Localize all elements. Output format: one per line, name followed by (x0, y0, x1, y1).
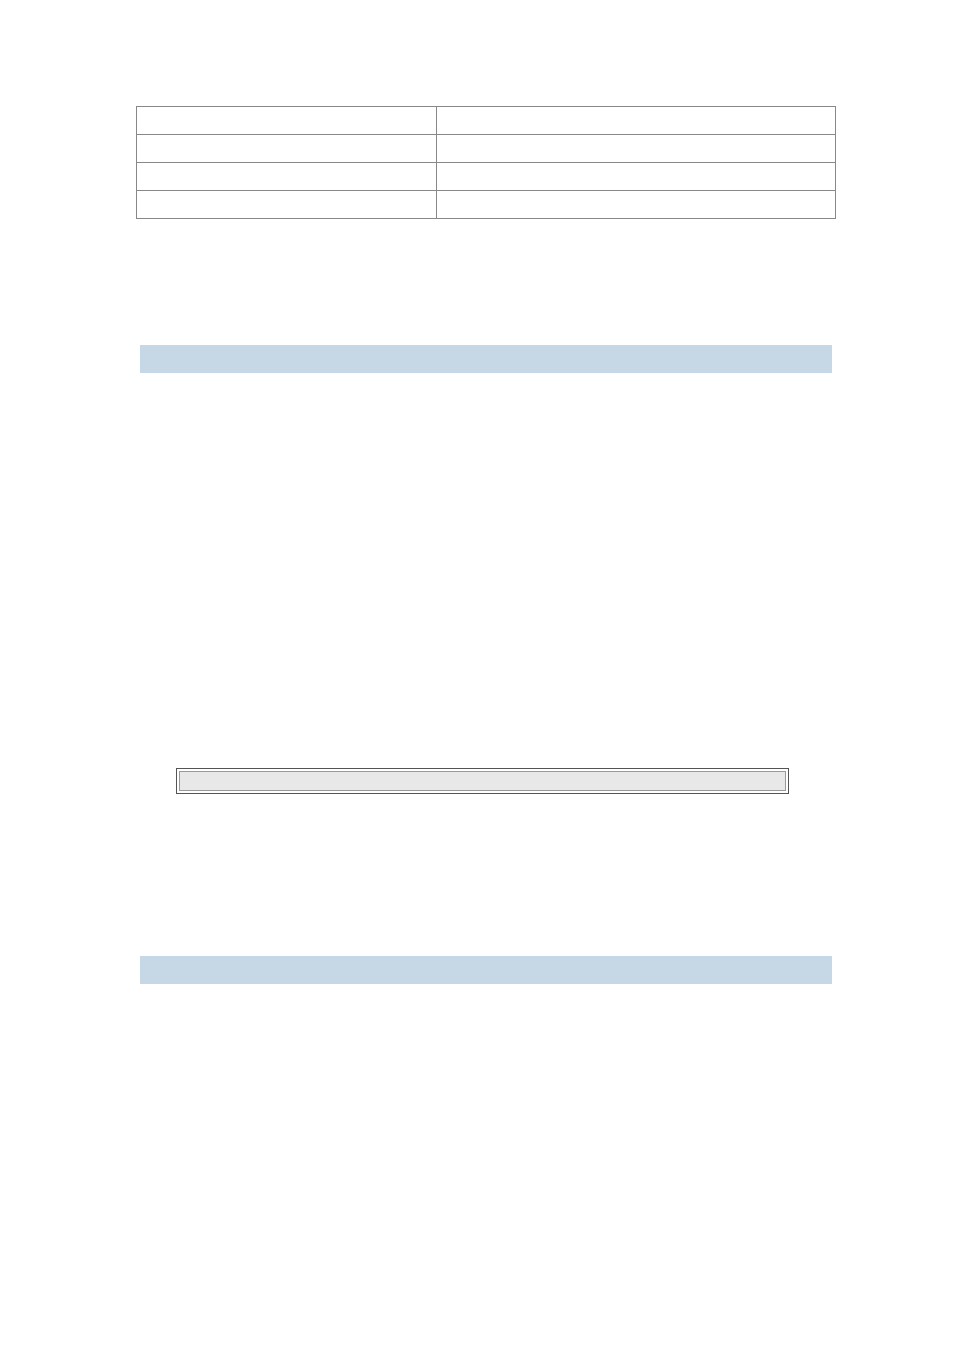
table-row (137, 191, 836, 219)
highlight-band (140, 345, 832, 373)
table-cell (437, 107, 836, 135)
table-row (137, 107, 836, 135)
table-cell (137, 107, 437, 135)
table-row (137, 163, 836, 191)
inset-box (176, 768, 789, 794)
table-cell (437, 191, 836, 219)
table-cell (437, 163, 836, 191)
table-cell (137, 191, 437, 219)
table-cell (137, 163, 437, 191)
data-table (136, 106, 836, 219)
table-row (137, 135, 836, 163)
table-cell (437, 135, 836, 163)
table-cell (137, 135, 437, 163)
highlight-band (140, 956, 832, 984)
inset-box-inner (179, 771, 786, 791)
